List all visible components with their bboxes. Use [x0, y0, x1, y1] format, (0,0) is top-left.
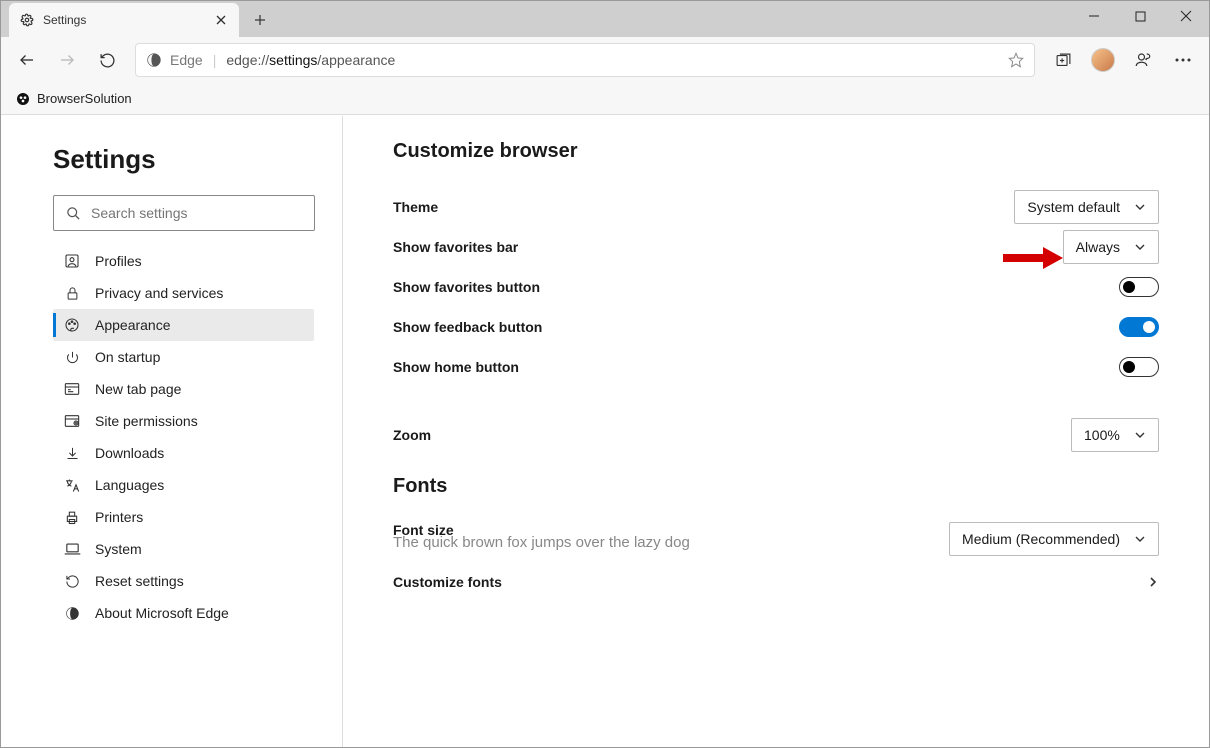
browser-tab[interactable]: Settings — [9, 3, 239, 37]
favorites-bar-select[interactable]: Always — [1063, 230, 1159, 264]
toolbar: Edge | edge://settings/appearance — [1, 37, 1209, 83]
row-theme: Theme System default — [393, 187, 1159, 227]
nav-languages[interactable]: Languages — [53, 469, 314, 501]
chevron-down-icon — [1134, 241, 1146, 253]
nav-newtab[interactable]: New tab page — [53, 373, 314, 405]
row-favorites-bar: Show favorites bar Always — [393, 227, 1159, 267]
section-heading-customize: Customize browser — [393, 140, 1159, 163]
row-home-button: Show home button — [393, 347, 1159, 387]
nav-privacy[interactable]: Privacy and services — [53, 277, 314, 309]
settings-sidebar: Settings Profiles Privacy and services A… — [1, 116, 343, 747]
chevron-down-icon — [1134, 201, 1146, 213]
chevron-right-icon — [1147, 576, 1159, 588]
collections-button[interactable] — [1045, 42, 1081, 78]
palette-icon — [63, 316, 81, 334]
page-title: Settings — [53, 144, 314, 175]
nav-reset[interactable]: Reset settings — [53, 565, 314, 597]
search-input[interactable] — [91, 205, 302, 221]
edge-icon — [63, 604, 81, 622]
url-text: edge://settings/appearance — [226, 52, 998, 68]
window-icon — [63, 380, 81, 398]
settings-nav: Profiles Privacy and services Appearance… — [53, 245, 314, 629]
nav-printers[interactable]: Printers — [53, 501, 314, 533]
lock-icon — [63, 284, 81, 302]
theme-select[interactable]: System default — [1014, 190, 1159, 224]
feedback-icon[interactable] — [1125, 42, 1161, 78]
bookmarks-bar: BrowserSolution — [1, 83, 1209, 115]
brand-label: Edge — [170, 52, 203, 68]
address-bar[interactable]: Edge | edge://settings/appearance — [135, 43, 1035, 77]
row-favorites-button: Show favorites button — [393, 267, 1159, 307]
gear-icon — [19, 12, 35, 28]
row-customize-fonts[interactable]: Customize fonts — [393, 562, 1159, 602]
nav-appearance[interactable]: Appearance — [53, 309, 314, 341]
nav-startup[interactable]: On startup — [53, 341, 314, 373]
chevron-down-icon — [1134, 533, 1146, 545]
chevron-down-icon — [1134, 429, 1146, 441]
titlebar: Settings — [1, 1, 1209, 37]
close-tab-button[interactable] — [213, 12, 229, 28]
tab-title: Settings — [43, 13, 205, 27]
search-settings[interactable] — [53, 195, 315, 231]
power-icon — [63, 348, 81, 366]
font-sample-text: The quick brown fox jumps over the lazy … — [393, 534, 690, 551]
section-heading-fonts: Fonts — [393, 475, 1159, 498]
reset-icon — [63, 572, 81, 590]
nav-about[interactable]: About Microsoft Edge — [53, 597, 314, 629]
font-size-select[interactable]: Medium (Recommended) — [949, 522, 1159, 556]
nav-sitepermissions[interactable]: Site permissions — [53, 405, 314, 437]
nav-downloads[interactable]: Downloads — [53, 437, 314, 469]
favorites-button-toggle[interactable] — [1119, 277, 1159, 297]
nav-profiles[interactable]: Profiles — [53, 245, 314, 277]
settings-main: Customize browser Theme System default S… — [343, 116, 1209, 747]
refresh-button[interactable] — [89, 42, 125, 78]
row-zoom: Zoom 100% — [393, 415, 1159, 455]
home-button-toggle[interactable] — [1119, 357, 1159, 377]
back-button[interactable] — [9, 42, 45, 78]
close-window-button[interactable] — [1163, 1, 1209, 31]
download-icon — [63, 444, 81, 462]
window-controls — [1071, 1, 1209, 31]
permissions-icon — [63, 412, 81, 430]
laptop-icon — [63, 540, 81, 558]
new-tab-button[interactable] — [245, 5, 275, 35]
bookmark-item[interactable]: BrowserSolution — [15, 91, 132, 107]
zoom-select[interactable]: 100% — [1071, 418, 1159, 452]
profile-icon — [63, 252, 81, 270]
search-icon — [66, 206, 81, 221]
row-font-size: Font size The quick brown fox jumps over… — [393, 522, 1159, 562]
row-feedback-button: Show feedback button — [393, 307, 1159, 347]
profile-avatar[interactable] — [1085, 42, 1121, 78]
favorite-star-icon[interactable] — [1008, 52, 1024, 68]
menu-button[interactable] — [1165, 42, 1201, 78]
feedback-button-toggle[interactable] — [1119, 317, 1159, 337]
forward-button[interactable] — [49, 42, 85, 78]
maximize-button[interactable] — [1117, 1, 1163, 31]
nav-system[interactable]: System — [53, 533, 314, 565]
minimize-button[interactable] — [1071, 1, 1117, 31]
printer-icon — [63, 508, 81, 526]
language-icon — [63, 476, 81, 494]
site-identity: Edge — [146, 52, 203, 68]
